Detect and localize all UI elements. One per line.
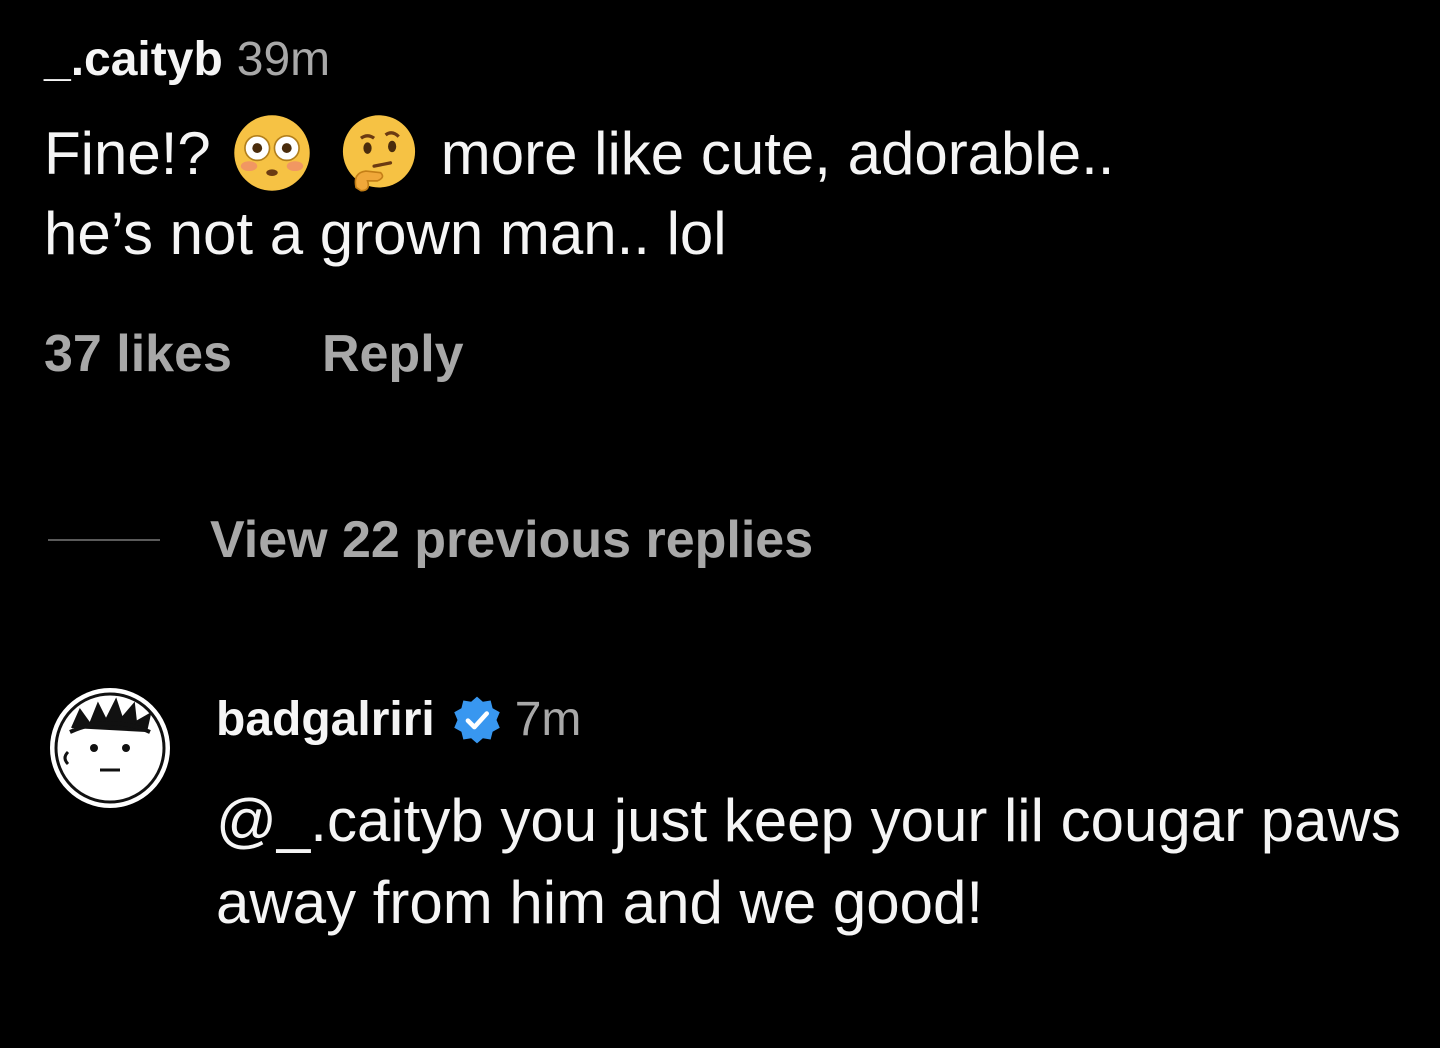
comment-actions: 37 likes Reply <box>44 322 1404 386</box>
comment-timestamp: 39m <box>236 33 331 86</box>
reply-header: badgalriri 7m <box>216 688 1416 752</box>
avatar[interactable] <box>50 688 170 808</box>
comment-text-start: Fine!? <box>44 120 211 187</box>
comment-text-line2: he’s not a grown man.. lol <box>44 200 727 268</box>
view-previous-replies-button[interactable]: View 22 previous replies <box>48 508 813 572</box>
comment-text: Fine!? more like cute, adorable.. he’s n… <box>44 114 1404 274</box>
flushed-face-icon <box>234 115 311 191</box>
comment-username[interactable]: _.caityb <box>44 28 223 92</box>
reply-text: @_.caityb you just keep your lil cougar … <box>216 787 1401 936</box>
thinking-face-icon <box>343 115 416 192</box>
reply-button[interactable]: Reply <box>322 322 464 386</box>
reply-timestamp: 7m <box>514 693 582 746</box>
comment-text-middle: more like cute, adorable.. <box>440 120 1115 187</box>
view-replies-label: View 22 previous replies <box>210 511 814 569</box>
reply-content: badgalriri 7m @_.caityb you just keep yo… <box>216 688 1416 944</box>
comments-screen: _.caityb 39m Fine!? more like cute, ador… <box>0 0 1440 1048</box>
verified-badge-icon <box>453 696 500 744</box>
thread-divider <box>48 539 160 541</box>
comment-header: _.caityb 39m <box>44 28 1404 92</box>
reply-username[interactable]: badgalriri <box>216 688 435 752</box>
likes-count[interactable]: 37 likes <box>44 322 232 386</box>
cartoon-face-icon <box>52 690 168 806</box>
comment: _.caityb 39m Fine!? more like cute, ador… <box>44 28 1404 386</box>
